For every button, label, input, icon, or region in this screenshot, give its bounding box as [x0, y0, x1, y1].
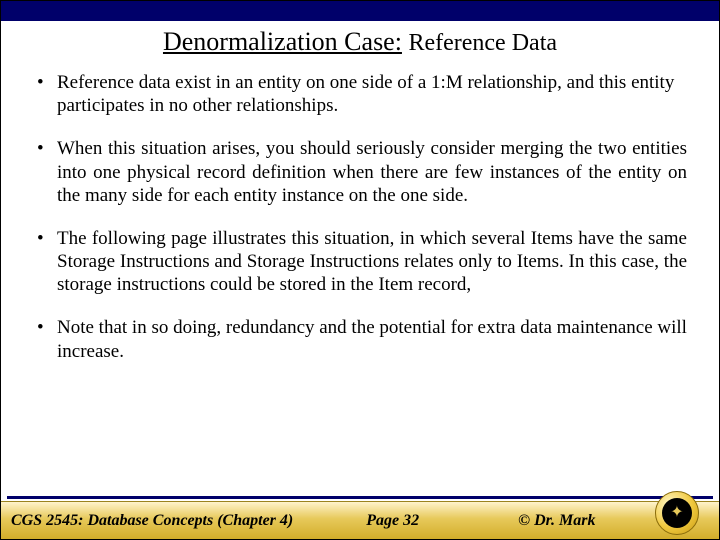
footer-course: CGS 2545: Database Concepts (Chapter 4) [11, 512, 297, 530]
slide: Denormalization Case: Reference Data Ref… [0, 0, 720, 540]
slide-title: Denormalization Case: Reference Data [1, 27, 719, 57]
title-sub: Reference Data [408, 30, 557, 56]
bullet-item: The following page illustrates this situ… [33, 227, 687, 297]
ucf-seal-icon: ✦ [655, 491, 699, 535]
footer-bar: CGS 2545: Database Concepts (Chapter 4) … [1, 501, 719, 539]
slide-body: Reference data exist in an entity on one… [1, 57, 719, 363]
footer: CGS 2545: Database Concepts (Chapter 4) … [1, 496, 719, 539]
bullet-item: Reference data exist in an entity on one… [33, 71, 687, 117]
bullet-list: Reference data exist in an entity on one… [33, 71, 687, 363]
bullet-item: Note that in so doing, redundancy and th… [33, 316, 687, 362]
top-accent-bar [1, 1, 719, 21]
footer-page: Page 32 [297, 512, 488, 530]
title-main: Denormalization Case: [163, 27, 402, 56]
footer-divider [7, 496, 713, 499]
bullet-item: When this situation arises, you should s… [33, 137, 687, 207]
